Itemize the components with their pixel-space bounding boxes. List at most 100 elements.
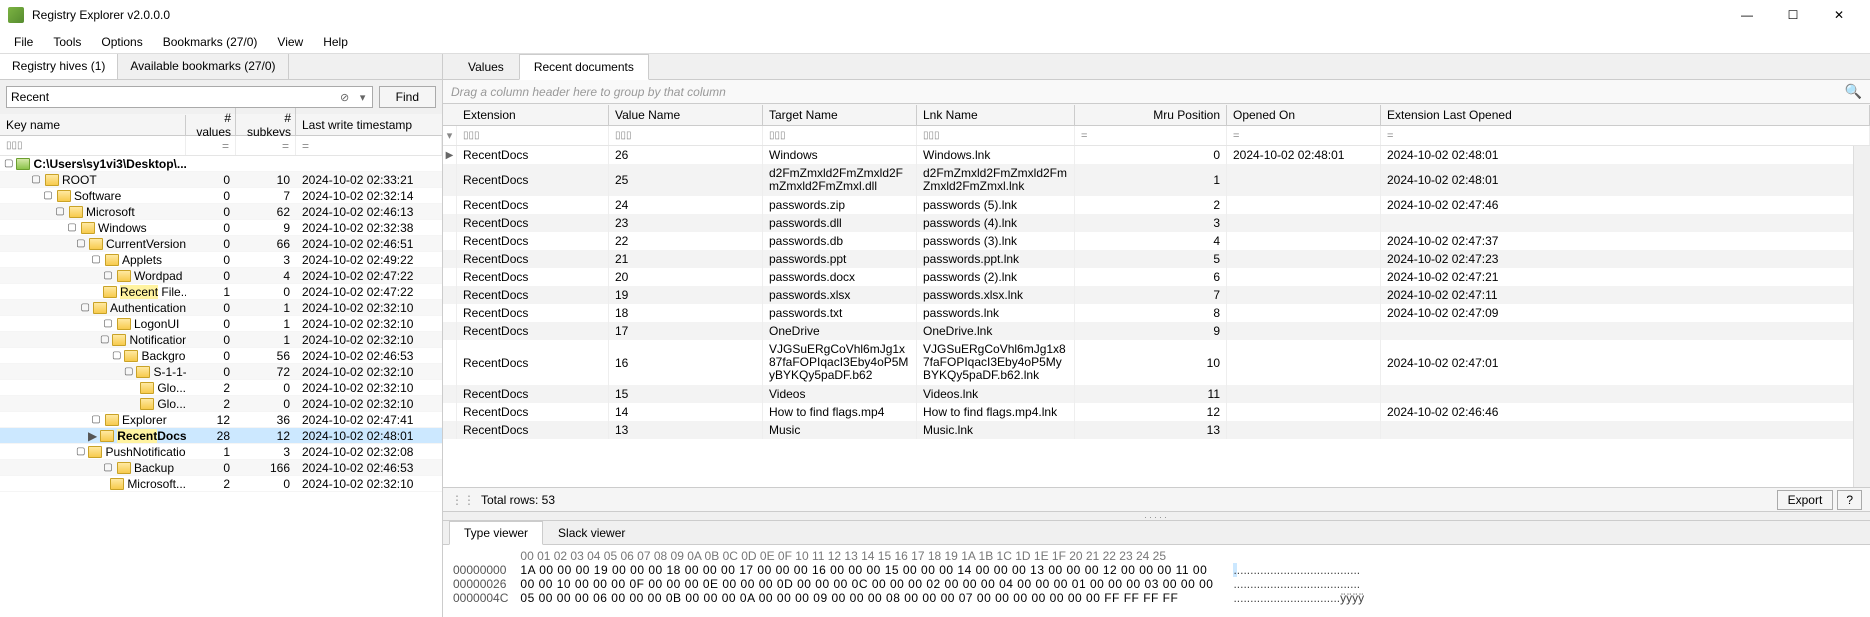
grid-header: Extension Value Name Target Name Lnk Nam… — [443, 104, 1870, 126]
export-button[interactable]: Export — [1777, 490, 1834, 510]
col-lnkname[interactable]: Lnk Name — [917, 105, 1075, 125]
tree-row[interactable]: ▢Explorer12362024-10-02 02:47:41 — [0, 412, 442, 428]
col-openedon[interactable]: Opened On — [1227, 105, 1381, 125]
grid-body[interactable]: ▶RecentDocs26WindowsWindows.lnk02024-10-… — [443, 146, 1870, 487]
menu-file[interactable]: File — [6, 32, 41, 52]
tree-label: Backgro... — [141, 349, 186, 363]
search-input[interactable] — [7, 88, 336, 106]
tree-row[interactable]: Recent File...102024-10-02 02:47:22 — [0, 284, 442, 300]
tree-row[interactable]: ▢LogonUI012024-10-02 02:32:10 — [0, 316, 442, 332]
tree-row[interactable]: ▢C:\Users\sy1vi3\Desktop\... — [0, 156, 442, 172]
tab-registry-hives[interactable]: Registry hives (1) — [0, 54, 118, 79]
grid-filter-ln[interactable]: ▯▯▯ — [917, 126, 1075, 145]
tree-row[interactable]: ▢S-1-1-...0722024-10-02 02:32:10 — [0, 364, 442, 380]
search-icon[interactable]: 🔍 — [1845, 83, 1862, 100]
menu-bookmarks-[interactable]: Bookmarks (27/0) — [155, 32, 266, 52]
col-targetname[interactable]: Target Name — [763, 105, 917, 125]
tree-label: PushNotifications — [105, 445, 186, 459]
app-icon — [8, 7, 24, 23]
tab-available-bookmarks[interactable]: Available bookmarks (27/0) — [118, 54, 288, 79]
table-row[interactable]: RecentDocs17OneDriveOneDrive.lnk9 — [443, 322, 1870, 340]
col-mru[interactable]: Mru Position — [1075, 105, 1227, 125]
filter-ts[interactable]: = — [296, 136, 442, 155]
close-button[interactable]: ✕ — [1816, 0, 1862, 30]
grid-filter-open[interactable]: = — [1227, 126, 1381, 145]
tree-row[interactable]: ▢PushNotifications132024-10-02 02:32:08 — [0, 444, 442, 460]
tree-row[interactable]: ▢Backup01662024-10-02 02:46:53 — [0, 460, 442, 476]
col-valuename[interactable]: Value Name — [609, 105, 763, 125]
tab-values[interactable]: Values — [453, 54, 519, 79]
folder-icon — [103, 286, 117, 298]
menu-view[interactable]: View — [269, 32, 311, 52]
tree-label: C:\Users\sy1vi3\Desktop\... — [33, 157, 186, 171]
tree-label: Windows — [98, 221, 147, 235]
tree-row[interactable]: ▢CurrentVersion0662024-10-02 02:46:51 — [0, 236, 442, 252]
menu-options[interactable]: Options — [93, 32, 150, 52]
filter-handle[interactable]: ▾ — [443, 126, 457, 145]
tab-recent-documents[interactable]: Recent documents — [519, 54, 649, 80]
table-row[interactable]: RecentDocs13MusicMusic.lnk13 — [443, 421, 1870, 439]
col-extension[interactable]: Extension — [457, 105, 609, 125]
tree-row[interactable]: ▢Notifications012024-10-02 02:32:10 — [0, 332, 442, 348]
tree-row[interactable]: ▢ROOT0102024-10-02 02:33:21 — [0, 172, 442, 188]
maximize-button[interactable]: ☐ — [1770, 0, 1816, 30]
menu-help[interactable]: Help — [315, 32, 356, 52]
grid-filter-ext[interactable]: ▯▯▯ — [457, 126, 609, 145]
hex-header: 00 01 02 03 04 05 06 07 08 09 0A 0B 0C 0… — [520, 549, 1213, 563]
tree-row[interactable]: ▢Applets032024-10-02 02:49:22 — [0, 252, 442, 268]
tree-row[interactable]: ▢Wordpad042024-10-02 02:47:22 — [0, 268, 442, 284]
table-row[interactable]: RecentDocs25d2FmZmxld2FmZmxld2FmZmxld2Fm… — [443, 164, 1870, 196]
tree-row[interactable]: Glo...202024-10-02 02:32:10 — [0, 380, 442, 396]
folder-icon — [117, 462, 131, 474]
table-row[interactable]: RecentDocs15VideosVideos.lnk11 — [443, 385, 1870, 403]
grid-filter-last[interactable]: = — [1381, 126, 1870, 145]
folder-icon — [136, 366, 150, 378]
scrollbar[interactable] — [1853, 146, 1870, 487]
table-row[interactable]: RecentDocs24passwords.zippasswords (5).l… — [443, 196, 1870, 214]
minimize-button[interactable]: — — [1724, 0, 1770, 30]
tree-row[interactable]: ▢Windows092024-10-02 02:32:38 — [0, 220, 442, 236]
grid-filter-tn[interactable]: ▯▯▯ — [763, 126, 917, 145]
tree-row[interactable]: ▢Software072024-10-02 02:32:14 — [0, 188, 442, 204]
help-button[interactable]: ? — [1837, 490, 1862, 510]
col-keyname[interactable]: Key name — [0, 115, 186, 135]
grid-filter-mru[interactable]: = — [1075, 126, 1227, 145]
filter-values[interactable]: = — [186, 136, 236, 155]
grid-filter-vn[interactable]: ▯▯▯ — [609, 126, 763, 145]
folder-icon — [124, 350, 138, 362]
filter-icon[interactable]: ▯▯▯ — [6, 140, 23, 151]
tab-type-viewer[interactable]: Type viewer — [449, 521, 543, 545]
dropdown-icon[interactable]: ▾ — [354, 91, 372, 104]
tree-body[interactable]: ▢C:\Users\sy1vi3\Desktop\...▢ROOT0102024… — [0, 156, 442, 617]
table-row[interactable]: ▶RecentDocs26WindowsWindows.lnk02024-10-… — [443, 146, 1870, 164]
table-row[interactable]: RecentDocs18passwords.txtpasswords.lnk82… — [443, 304, 1870, 322]
find-button[interactable]: Find — [379, 86, 436, 108]
tree-row[interactable]: ▢Backgro...0562024-10-02 02:46:53 — [0, 348, 442, 364]
menu-tools[interactable]: Tools — [45, 32, 89, 52]
tree-row[interactable]: Microsoft...202024-10-02 02:32:10 — [0, 476, 442, 492]
tab-slack-viewer[interactable]: Slack viewer — [543, 521, 640, 544]
table-row[interactable]: RecentDocs14How to find flags.mp4How to … — [443, 403, 1870, 421]
col-timestamp[interactable]: Last write timestamp — [296, 115, 442, 135]
tree-row[interactable]: ▢Microsoft0622024-10-02 02:46:13 — [0, 204, 442, 220]
tree-row[interactable]: ▢Authentication012024-10-02 02:32:10 — [0, 300, 442, 316]
table-row[interactable]: RecentDocs19passwords.xlsxpasswords.xlsx… — [443, 286, 1870, 304]
table-row[interactable]: RecentDocs20passwords.docxpasswords (2).… — [443, 268, 1870, 286]
table-row[interactable]: RecentDocs21passwords.pptpasswords.ppt.l… — [443, 250, 1870, 268]
table-row[interactable]: RecentDocs16VJGSuERgCoVhl6mJg1x87faFOPIq… — [443, 340, 1870, 385]
col-extlast[interactable]: Extension Last Opened — [1381, 105, 1870, 125]
table-row[interactable]: RecentDocs22passwords.dbpasswords (3).ln… — [443, 232, 1870, 250]
folder-icon — [140, 382, 154, 394]
splitter[interactable]: ····· — [443, 511, 1870, 521]
right-panel: Values Recent documents Drag a column he… — [443, 54, 1870, 617]
tree-row[interactable]: Glo...202024-10-02 02:32:10 — [0, 396, 442, 412]
menubar: FileToolsOptionsBookmarks (27/0)ViewHelp — [0, 30, 1870, 54]
table-row[interactable]: RecentDocs23passwords.dllpasswords (4).l… — [443, 214, 1870, 232]
tree-label: Wordpad — [134, 269, 182, 283]
tree-label: Microsoft... — [127, 477, 186, 491]
hex-view[interactable]: 00000000 00000026 0000004C 00 01 02 03 0… — [443, 545, 1870, 617]
clear-icon[interactable]: ⊘ — [336, 91, 354, 104]
filter-subkeys[interactable]: = — [236, 136, 296, 155]
group-bar[interactable]: Drag a column header here to group by th… — [443, 80, 1870, 104]
tree-row[interactable]: ▶RecentDocs28122024-10-02 02:48:01 — [0, 428, 442, 444]
